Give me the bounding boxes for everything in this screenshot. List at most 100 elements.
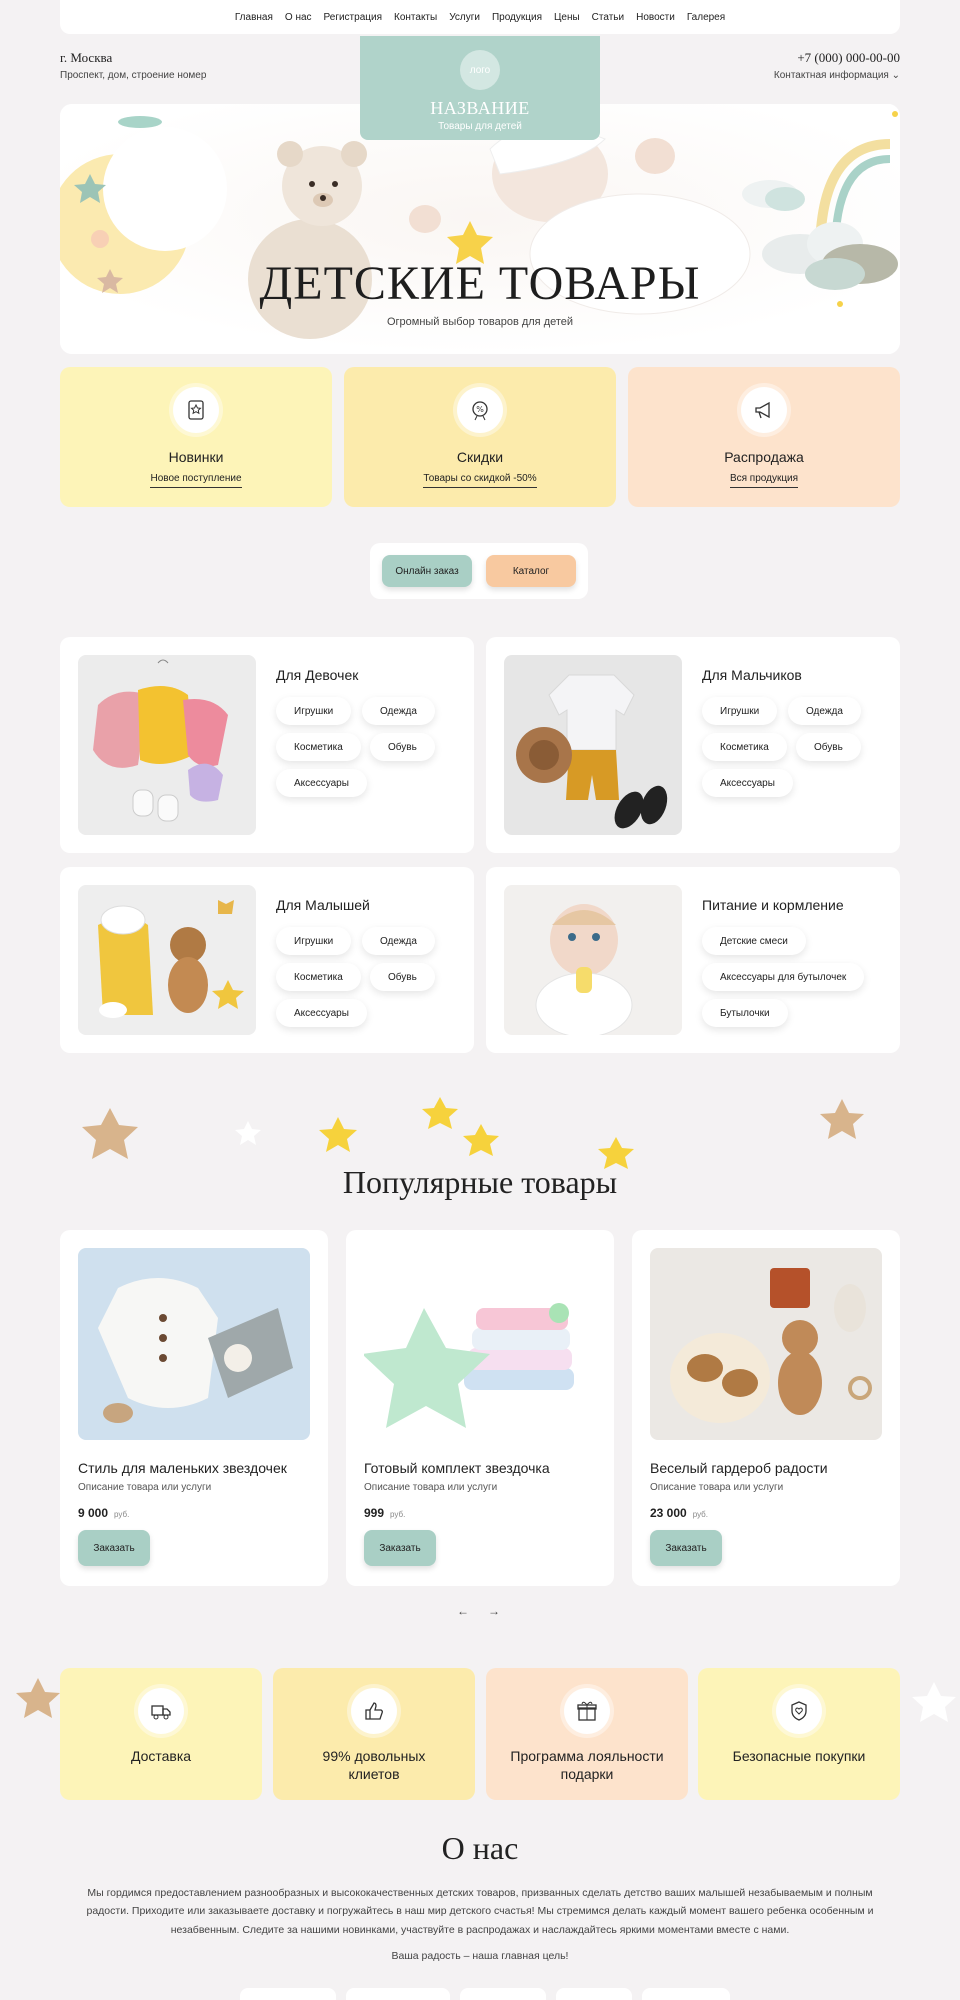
- new-badge-icon: [173, 387, 219, 433]
- feature-card-sale[interactable]: Распродажа Вся продукция: [628, 367, 900, 507]
- tag-shoes[interactable]: Обувь: [370, 733, 435, 761]
- product-description: Описание товара или услуги: [78, 1482, 212, 1493]
- tag-cosmetics[interactable]: Косметика: [702, 733, 787, 761]
- product-price: 999 руб.: [364, 1506, 406, 1520]
- nav-services[interactable]: Услуги: [449, 12, 480, 23]
- nav-products[interactable]: Продукция: [492, 12, 542, 23]
- feature-link[interactable]: Товары со скидкой -50%: [423, 473, 537, 488]
- category-card-babies[interactable]: Для Малышей Игрушки Одежда Косметика Обу…: [60, 867, 474, 1053]
- feature-link[interactable]: Вся продукция: [729, 473, 799, 488]
- bottom-pill: [460, 1988, 546, 2000]
- delivery-truck-icon: [138, 1688, 184, 1734]
- currency-label: руб.: [114, 1510, 130, 1519]
- product-image: [364, 1248, 596, 1440]
- category-title: Для Девочек: [276, 667, 359, 683]
- benefit-title: Программа лояльности подарки: [510, 1748, 664, 1782]
- tag-accessories[interactable]: Аксессуары: [702, 769, 793, 797]
- nav-gallery[interactable]: Галерея: [687, 12, 725, 23]
- nav-articles[interactable]: Статьи: [592, 12, 624, 23]
- feature-title: Новинки: [168, 449, 224, 465]
- tag-accessories[interactable]: Аксессуары: [276, 769, 367, 797]
- nav-home[interactable]: Главная: [235, 12, 273, 23]
- logo-badge: лого: [460, 50, 500, 90]
- order-button[interactable]: Заказать: [364, 1530, 436, 1566]
- tag-clothes[interactable]: Одежда: [362, 697, 435, 725]
- benefit-title: Доставка: [130, 1748, 192, 1764]
- tag-bottle-accessories[interactable]: Аксессуары для бутылочек: [702, 963, 865, 991]
- benefit-card-secure: Безопасные покупки: [698, 1668, 900, 1800]
- nav-registration[interactable]: Регистрация: [324, 12, 382, 23]
- tag-cosmetics[interactable]: Косметика: [276, 733, 361, 761]
- product-card[interactable]: Готовый комплект звездочка Описание това…: [346, 1230, 614, 1586]
- address-label: Проспект, дом, строение номер: [60, 70, 207, 81]
- feature-card-new[interactable]: Новинки Новое поступление: [60, 367, 332, 507]
- tag-bottles[interactable]: Бутылочки: [702, 999, 788, 1027]
- tag-shoes[interactable]: Обувь: [796, 733, 861, 761]
- nav-about[interactable]: О нас: [285, 12, 312, 23]
- tag-accessories[interactable]: Аксессуары: [276, 999, 367, 1027]
- category-image: [78, 885, 256, 1035]
- online-order-button[interactable]: Онлайн заказ: [382, 555, 472, 587]
- product-price: 9 000 руб.: [78, 1506, 130, 1520]
- category-card-feeding[interactable]: Питание и кормление Детские смеси Аксесс…: [486, 867, 900, 1053]
- hero-title: ДЕТСКИЕ ТОВАРЫ: [259, 257, 701, 310]
- category-image: [78, 655, 256, 835]
- contact-info-dropdown[interactable]: Контактная информация ⌄: [774, 70, 900, 81]
- nav-prices[interactable]: Цены: [554, 12, 580, 23]
- category-card-boys[interactable]: Для Мальчиков Игрушки Одежда Косметика О…: [486, 637, 900, 853]
- top-navigation: Главная О нас Регистрация Контакты Услуг…: [60, 0, 900, 34]
- hero-banner: ДЕТСКИЕ ТОВАРЫ Огромный выбор товаров дл…: [60, 104, 900, 354]
- section-title-about: О нас: [441, 1830, 519, 1866]
- category-card-girls[interactable]: Для Девочек Игрушки Одежда Косметика Обу…: [60, 637, 474, 853]
- tag-clothes[interactable]: Одежда: [362, 927, 435, 955]
- feature-card-discounts[interactable]: % Скидки Товары со скидкой -50%: [344, 367, 616, 507]
- brand-name: НАЗВАНИЕ: [430, 98, 530, 118]
- product-image: [78, 1248, 310, 1440]
- carousel-prev-arrow-icon[interactable]: ←: [457, 1604, 469, 1618]
- order-button[interactable]: Заказать: [78, 1530, 150, 1566]
- bottom-pill: [556, 1988, 632, 2000]
- catalog-button[interactable]: Каталог: [486, 555, 576, 587]
- tag-clothes[interactable]: Одежда: [788, 697, 861, 725]
- product-description: Описание товара или услуги: [364, 1482, 498, 1493]
- currency-label: руб.: [390, 1510, 406, 1519]
- feature-title: Скидки: [456, 449, 504, 465]
- bottom-pill: [240, 1988, 336, 2000]
- product-description: Описание товара или услуги: [650, 1482, 784, 1493]
- category-title: Для Мальчиков: [702, 667, 802, 683]
- gift-icon: [564, 1688, 610, 1734]
- product-name: Веселый гардероб радости: [650, 1460, 828, 1476]
- discount-icon: %: [457, 387, 503, 433]
- tag-shoes[interactable]: Обувь: [370, 963, 435, 991]
- benefit-title: Безопасные покупки: [732, 1748, 866, 1764]
- category-image: [504, 885, 682, 1035]
- tag-toys[interactable]: Игрушки: [276, 697, 352, 725]
- thumbs-up-icon: [351, 1688, 397, 1734]
- feature-link[interactable]: Новое поступление: [150, 473, 242, 488]
- tag-baby-formula[interactable]: Детские смеси: [702, 927, 806, 955]
- phone-number[interactable]: +7 (000) 000-00-00: [797, 50, 900, 66]
- hero-subtitle: Огромный выбор товаров для детей: [386, 316, 574, 328]
- about-motto: Ваша радость – наша главная цель!: [391, 1950, 569, 1962]
- carousel-next-arrow-icon[interactable]: →: [488, 1604, 500, 1618]
- about-text: Мы гордимся предоставлением разнообразны…: [86, 1887, 874, 1936]
- tag-cosmetics[interactable]: Косметика: [276, 963, 361, 991]
- nav-contacts[interactable]: Контакты: [394, 12, 437, 23]
- logo-block[interactable]: лого НАЗВАНИЕ Товары для детей: [360, 36, 600, 140]
- sale-megaphone-icon: [741, 387, 787, 433]
- bottom-pill: [346, 1988, 450, 2000]
- product-name: Готовый комплект звездочка: [364, 1460, 550, 1476]
- product-card[interactable]: Стиль для маленьких звездочек Описание т…: [60, 1230, 328, 1586]
- product-name: Стиль для маленьких звездочек: [78, 1460, 287, 1476]
- tag-toys[interactable]: Игрушки: [276, 927, 352, 955]
- tag-toys[interactable]: Игрушки: [702, 697, 778, 725]
- product-card[interactable]: Веселый гардероб радости Описание товара…: [632, 1230, 900, 1586]
- brand-subtitle: Товары для детей: [438, 121, 522, 132]
- order-button[interactable]: Заказать: [650, 1530, 722, 1566]
- svg-text:%: %: [476, 405, 484, 414]
- category-title: Питание и кормление: [702, 897, 844, 913]
- section-title-popular: Популярные товары: [342, 1164, 618, 1200]
- shield-heart-icon: [776, 1688, 822, 1734]
- nav-news[interactable]: Новости: [636, 12, 675, 23]
- benefit-card-loyalty: Программа лояльности подарки: [486, 1668, 688, 1800]
